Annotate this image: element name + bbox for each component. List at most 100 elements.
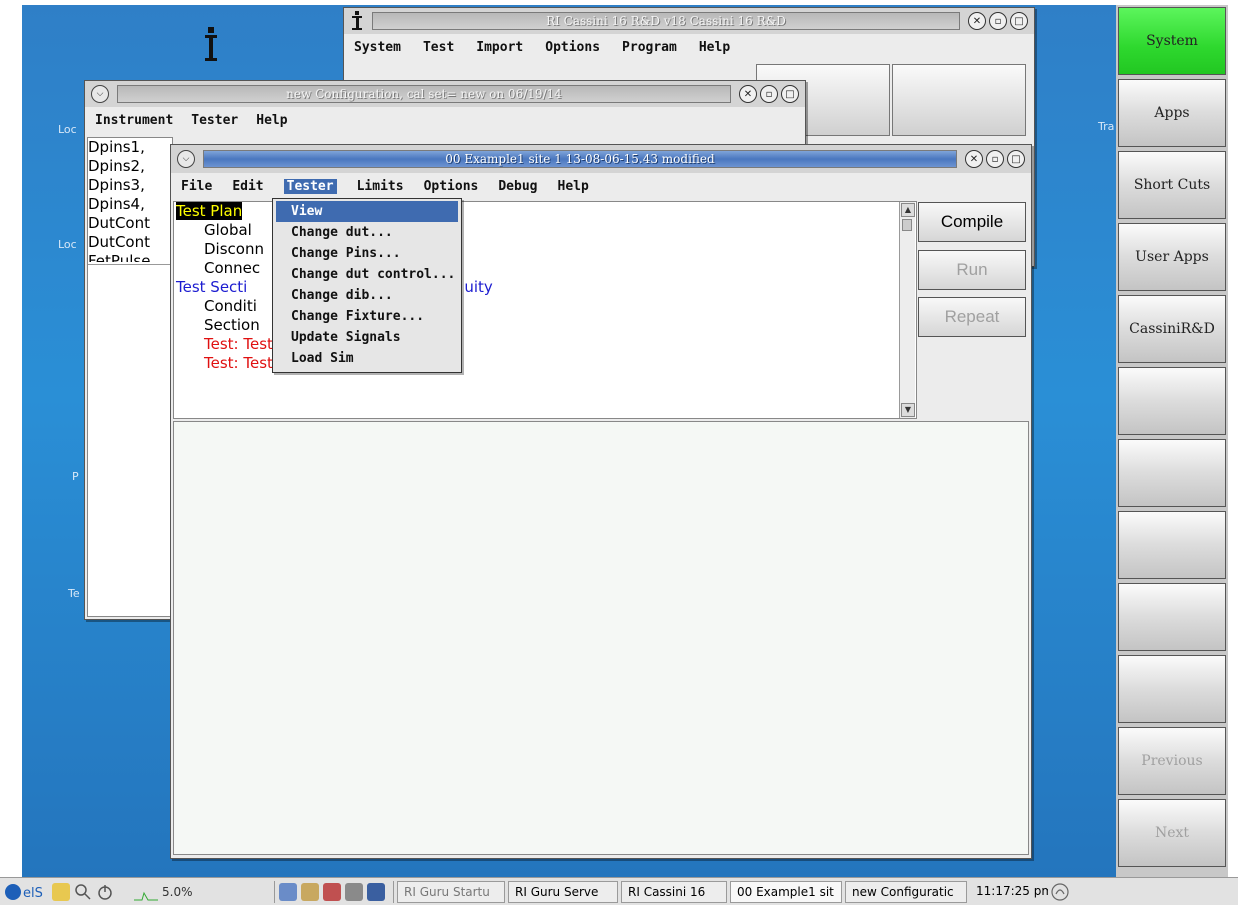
tester-dropdown-menu[interactable]: View Change dut... Change Pins... Change… bbox=[272, 198, 462, 373]
lock-icon[interactable] bbox=[52, 882, 70, 901]
divider bbox=[393, 880, 394, 903]
cpu-monitor: 5.0% bbox=[134, 881, 244, 903]
menu-item-change-fixture[interactable]: Change Fixture... bbox=[273, 306, 461, 327]
menu-test[interactable]: Test bbox=[423, 40, 454, 55]
panel-button-cassini-rd[interactable]: CassiniR&D bbox=[1118, 295, 1226, 363]
list-item[interactable]: DutCont bbox=[88, 233, 172, 252]
menu-system[interactable]: System bbox=[354, 40, 401, 55]
file-manager-icon[interactable] bbox=[301, 882, 319, 901]
example-titlebar[interactable]: ⌵ 00 Example1 site 1 13-08-06-15.43 modi… bbox=[171, 145, 1031, 173]
desktop-label: Te bbox=[68, 587, 80, 600]
config-list[interactable]: Dpins1, Dpins2, Dpins3, Dpins4, DutCont … bbox=[87, 137, 173, 617]
output-area[interactable] bbox=[173, 421, 1029, 855]
panel-button-empty[interactable] bbox=[1118, 583, 1226, 651]
menu-limits[interactable]: Limits bbox=[357, 179, 404, 194]
collapse-icon[interactable]: ⌵ bbox=[91, 85, 109, 103]
cassini-toolbar-tile[interactable] bbox=[892, 64, 1026, 136]
config-menubar: Instrument Tester Help bbox=[85, 109, 805, 131]
minimize-icon[interactable]: ▫ bbox=[760, 85, 778, 103]
panel-button-apps[interactable]: Apps bbox=[1118, 79, 1226, 147]
repeat-button[interactable]: Repeat bbox=[918, 297, 1026, 337]
cassini-title: RI Cassini 16 R&D v18 Cassini 16 R&D bbox=[372, 12, 960, 30]
desktop-label: Loc bbox=[58, 238, 77, 251]
panel-button-system[interactable]: System bbox=[1118, 7, 1226, 75]
list-item[interactable]: Dpins4, bbox=[88, 195, 172, 214]
svg-text:elS: elS bbox=[23, 886, 43, 901]
close-icon[interactable]: ✕ bbox=[968, 12, 986, 30]
cassini-titlebar[interactable]: RI Cassini 16 R&D v18 Cassini 16 R&D ✕ ▫… bbox=[344, 8, 1034, 34]
panel-button-empty[interactable] bbox=[1118, 511, 1226, 579]
panel-button-short-cuts[interactable]: Short Cuts bbox=[1118, 151, 1226, 219]
minimize-icon[interactable]: ▫ bbox=[989, 12, 1007, 30]
menu-tester[interactable]: Tester bbox=[191, 113, 238, 128]
task-button[interactable]: RI Guru Startu bbox=[397, 880, 505, 903]
panel-button-empty[interactable] bbox=[1118, 439, 1226, 507]
menu-item-change-pins[interactable]: Change Pins... bbox=[273, 243, 461, 264]
desktop-label: Tra bbox=[1098, 120, 1115, 133]
desktop-label: P bbox=[72, 470, 79, 483]
panel-button-empty[interactable] bbox=[1118, 655, 1226, 723]
menu-item-load-sim[interactable]: Load Sim bbox=[273, 348, 461, 369]
list-item[interactable]: Dpins3, bbox=[88, 176, 172, 195]
maximize-icon[interactable]: □ bbox=[1010, 12, 1028, 30]
menu-program[interactable]: Program bbox=[622, 40, 677, 55]
power-icon[interactable] bbox=[96, 883, 114, 901]
menu-debug[interactable]: Debug bbox=[498, 179, 537, 194]
list-item[interactable]: FetPulse bbox=[88, 252, 172, 262]
menu-item-change-dut[interactable]: Change dut... bbox=[273, 222, 461, 243]
divider bbox=[274, 880, 275, 903]
menu-options[interactable]: Options bbox=[424, 179, 479, 194]
scroll-up-icon[interactable]: ▲ bbox=[901, 203, 915, 217]
list-item[interactable]: DutCont bbox=[88, 214, 172, 233]
terminal-icon[interactable] bbox=[367, 882, 385, 901]
run-button[interactable]: Run bbox=[918, 250, 1026, 290]
menu-item-change-dib[interactable]: Change dib... bbox=[273, 285, 461, 306]
menu-help[interactable]: Help bbox=[256, 113, 287, 128]
divider bbox=[88, 264, 172, 265]
task-button[interactable]: RI Cassini 16 bbox=[621, 880, 727, 903]
list-item[interactable]: Dpins2, bbox=[88, 157, 172, 176]
collapse-icon[interactable]: ⌵ bbox=[177, 150, 195, 168]
maximize-icon[interactable]: □ bbox=[1007, 150, 1025, 168]
menu-item-change-dut-control[interactable]: Change dut control... bbox=[273, 264, 461, 285]
panel-button-previous[interactable]: Previous bbox=[1118, 727, 1226, 795]
start-menu-icon[interactable]: elS bbox=[4, 882, 48, 902]
network-icon[interactable] bbox=[323, 882, 341, 901]
compile-button[interactable]: Compile bbox=[918, 202, 1026, 242]
close-icon[interactable]: ✕ bbox=[965, 150, 983, 168]
menu-help[interactable]: Help bbox=[699, 40, 730, 55]
panel-button-empty[interactable] bbox=[1118, 367, 1226, 435]
close-icon[interactable]: ✕ bbox=[739, 85, 757, 103]
menu-help[interactable]: Help bbox=[558, 179, 589, 194]
menu-instrument[interactable]: Instrument bbox=[95, 113, 173, 128]
scroll-thumb[interactable] bbox=[902, 219, 912, 231]
tray-icon[interactable] bbox=[1050, 882, 1070, 902]
ri-logo-icon[interactable] bbox=[200, 25, 222, 65]
menu-import[interactable]: Import bbox=[476, 40, 523, 55]
menu-options[interactable]: Options bbox=[545, 40, 600, 55]
menu-edit[interactable]: Edit bbox=[232, 179, 263, 194]
config-titlebar[interactable]: ⌵ new Configuration, cal set= new on 06/… bbox=[85, 81, 805, 107]
window-list-icon[interactable] bbox=[279, 882, 297, 901]
cpu-graph-icon bbox=[134, 891, 158, 900]
menu-item-view[interactable]: View bbox=[276, 201, 458, 222]
cassini-menubar: System Test Import Options Program Help bbox=[344, 36, 1034, 58]
panel-button-user-apps[interactable]: User Apps bbox=[1118, 223, 1226, 291]
home-icon[interactable] bbox=[345, 882, 363, 901]
search-icon[interactable] bbox=[74, 883, 92, 901]
task-button[interactable]: new Configuratic bbox=[845, 880, 967, 903]
cpu-percent: 5.0% bbox=[162, 884, 193, 899]
task-button[interactable]: RI Guru Serve bbox=[508, 880, 618, 903]
task-button-active[interactable]: 00 Example1 sit bbox=[730, 880, 842, 903]
example-menubar: File Edit Tester Limits Options Debug He… bbox=[171, 175, 1031, 197]
menu-file[interactable]: File bbox=[181, 179, 212, 194]
tree-scrollbar[interactable]: ▲ ▼ bbox=[899, 202, 915, 418]
menu-tester[interactable]: Tester bbox=[283, 178, 337, 194]
maximize-icon[interactable]: □ bbox=[781, 85, 799, 103]
menu-item-update-signals[interactable]: Update Signals bbox=[273, 327, 461, 348]
panel-button-next[interactable]: Next bbox=[1118, 799, 1226, 867]
minimize-icon[interactable]: ▫ bbox=[986, 150, 1004, 168]
list-item[interactable]: Dpins1, bbox=[88, 138, 172, 157]
taskbar: elS 5.0% RI Guru Startu RI Guru Serve RI… bbox=[0, 877, 1238, 905]
scroll-down-icon[interactable]: ▼ bbox=[901, 403, 915, 417]
